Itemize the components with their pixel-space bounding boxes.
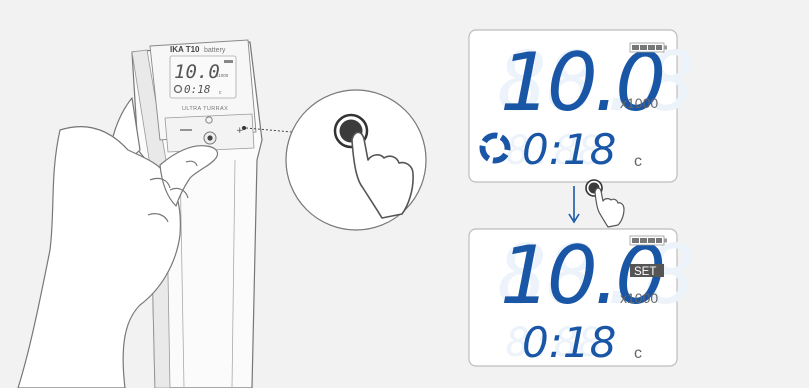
mini-lcd-speed: 10.0 xyxy=(174,61,220,83)
time-value: 0:18 xyxy=(522,125,616,174)
speed-multiplier: x1000 xyxy=(620,95,658,111)
speed-multiplier: x1000 xyxy=(620,290,658,306)
device-brand: IKA T10 xyxy=(170,45,200,54)
transition-arrow xyxy=(568,186,580,224)
lcd-display-after: 88.8 8:88 10.0 x1000 SET 0:18 c xyxy=(468,228,695,367)
small-press-illustration xyxy=(585,179,625,228)
battery-icon xyxy=(629,42,667,53)
instruction-illustration: IKA T10 battery 10.0 x1000 0:18 c ULTRA … xyxy=(0,0,809,388)
finger-press-button-icon xyxy=(594,187,625,228)
set-badge-label: SET xyxy=(634,266,656,278)
time-value: 0:18 xyxy=(522,318,616,367)
time-unit: c xyxy=(634,153,642,170)
time-unit: c xyxy=(634,345,642,362)
mini-lcd-multiplier: x1000 xyxy=(216,73,229,78)
device-brand-suffix: battery xyxy=(204,47,226,54)
set-badge: SET xyxy=(630,264,664,278)
mini-lcd-time: 0:18 xyxy=(184,83,211,96)
lcd-display-before: 88.8 8:88 10.0 x1000 0:18 c xyxy=(468,29,695,183)
zoom-detail xyxy=(285,89,427,231)
battery-icon xyxy=(629,235,667,246)
device-model-label: ULTRA TURRAX xyxy=(182,106,228,112)
